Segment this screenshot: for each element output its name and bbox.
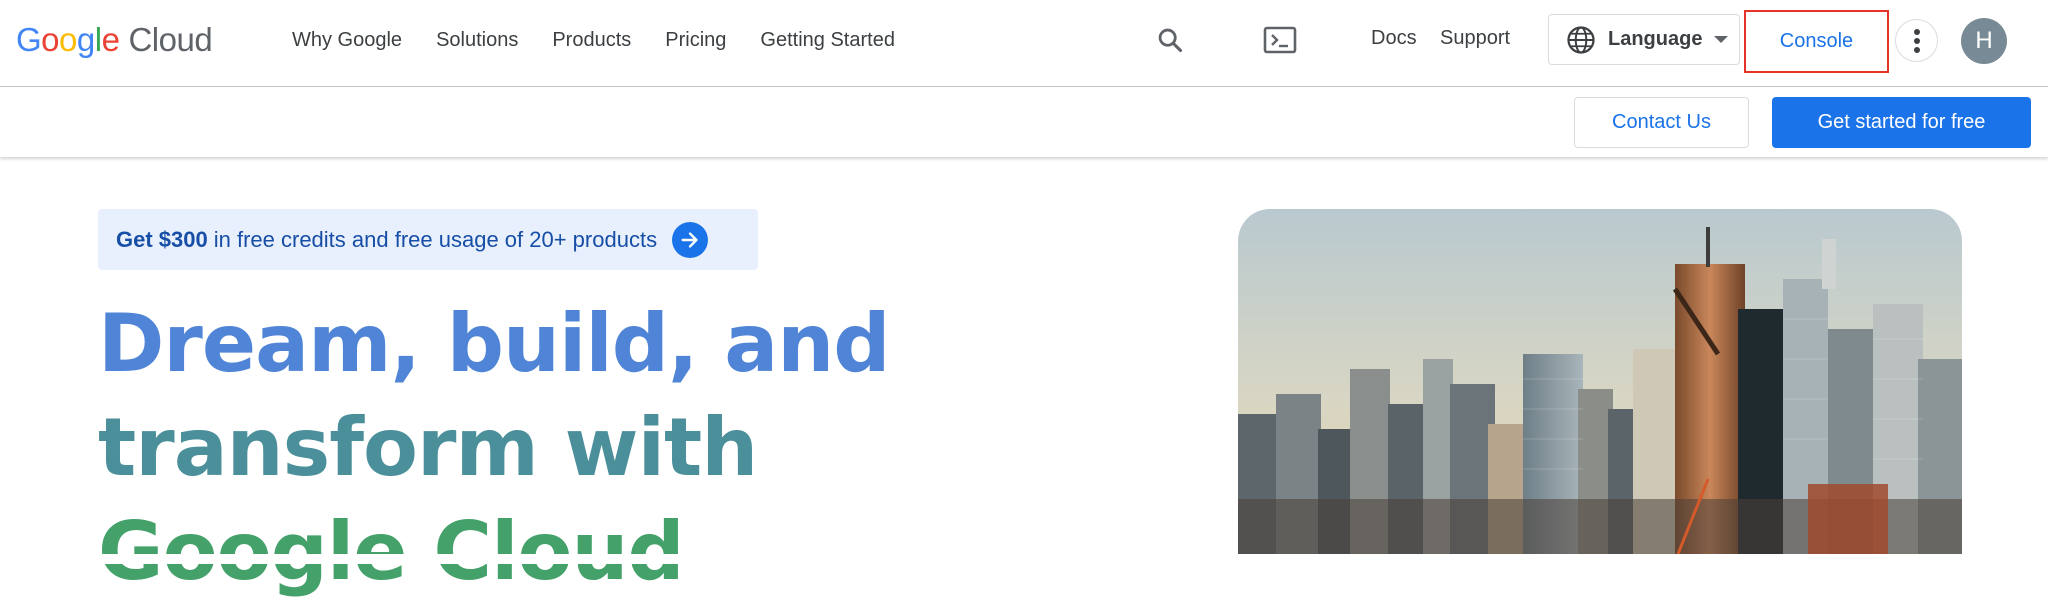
nav-products[interactable]: Products: [535, 23, 648, 58]
nav-why-google[interactable]: Why Google: [275, 23, 419, 58]
arrow-right-icon: [672, 221, 709, 258]
docs-link[interactable]: Docs: [1371, 27, 1417, 50]
page-fold: [0, 554, 2048, 564]
support-link[interactable]: Support: [1440, 27, 1510, 50]
chevron-down-icon: [1714, 36, 1729, 43]
headline-line-3: Google Cloud: [98, 505, 685, 598]
headline-line-2: transform with: [98, 401, 758, 494]
console-button[interactable]: Console: [1744, 10, 1889, 73]
secondary-action-bar: Contact Us Get started for free: [0, 87, 2048, 157]
nav-solutions[interactable]: Solutions: [419, 23, 535, 58]
free-credits-banner[interactable]: Get $300 in free credits and free usage …: [98, 209, 758, 270]
main-nav: Why Google Solutions Products Pricing Ge…: [275, 22, 912, 58]
terminal-icon: [1263, 26, 1297, 54]
city-skyline-image: [1238, 209, 1962, 554]
search-icon: [1158, 28, 1183, 53]
language-label: Language: [1608, 28, 1703, 50]
get-started-free-button[interactable]: Get started for free: [1772, 97, 2031, 148]
headline-line-1: Dream, build, and: [98, 297, 890, 390]
cloud-wordmark: Cloud: [128, 21, 213, 58]
cloud-shell-button[interactable]: [1258, 20, 1302, 60]
top-navigation-bar: Google Cloud Why Google Solutions Produc…: [0, 0, 2048, 87]
nav-getting-started[interactable]: Getting Started: [743, 23, 912, 58]
promo-text: in free credits and free usage of 20+ pr…: [213, 226, 658, 252]
more-options-button[interactable]: [1895, 19, 1938, 62]
google-cloud-logo[interactable]: Google Cloud: [16, 18, 213, 62]
avatar[interactable]: H: [1961, 18, 2007, 64]
contact-us-button[interactable]: Contact Us: [1574, 97, 1749, 148]
nav-pricing[interactable]: Pricing: [648, 23, 743, 58]
promo-amount: Get $300: [116, 226, 208, 252]
globe-icon: [1567, 25, 1595, 54]
search-button[interactable]: [1150, 20, 1190, 60]
language-selector[interactable]: Language: [1548, 14, 1740, 65]
more-vert-icon: [1913, 28, 1920, 53]
google-wordmark: Google: [16, 21, 120, 58]
